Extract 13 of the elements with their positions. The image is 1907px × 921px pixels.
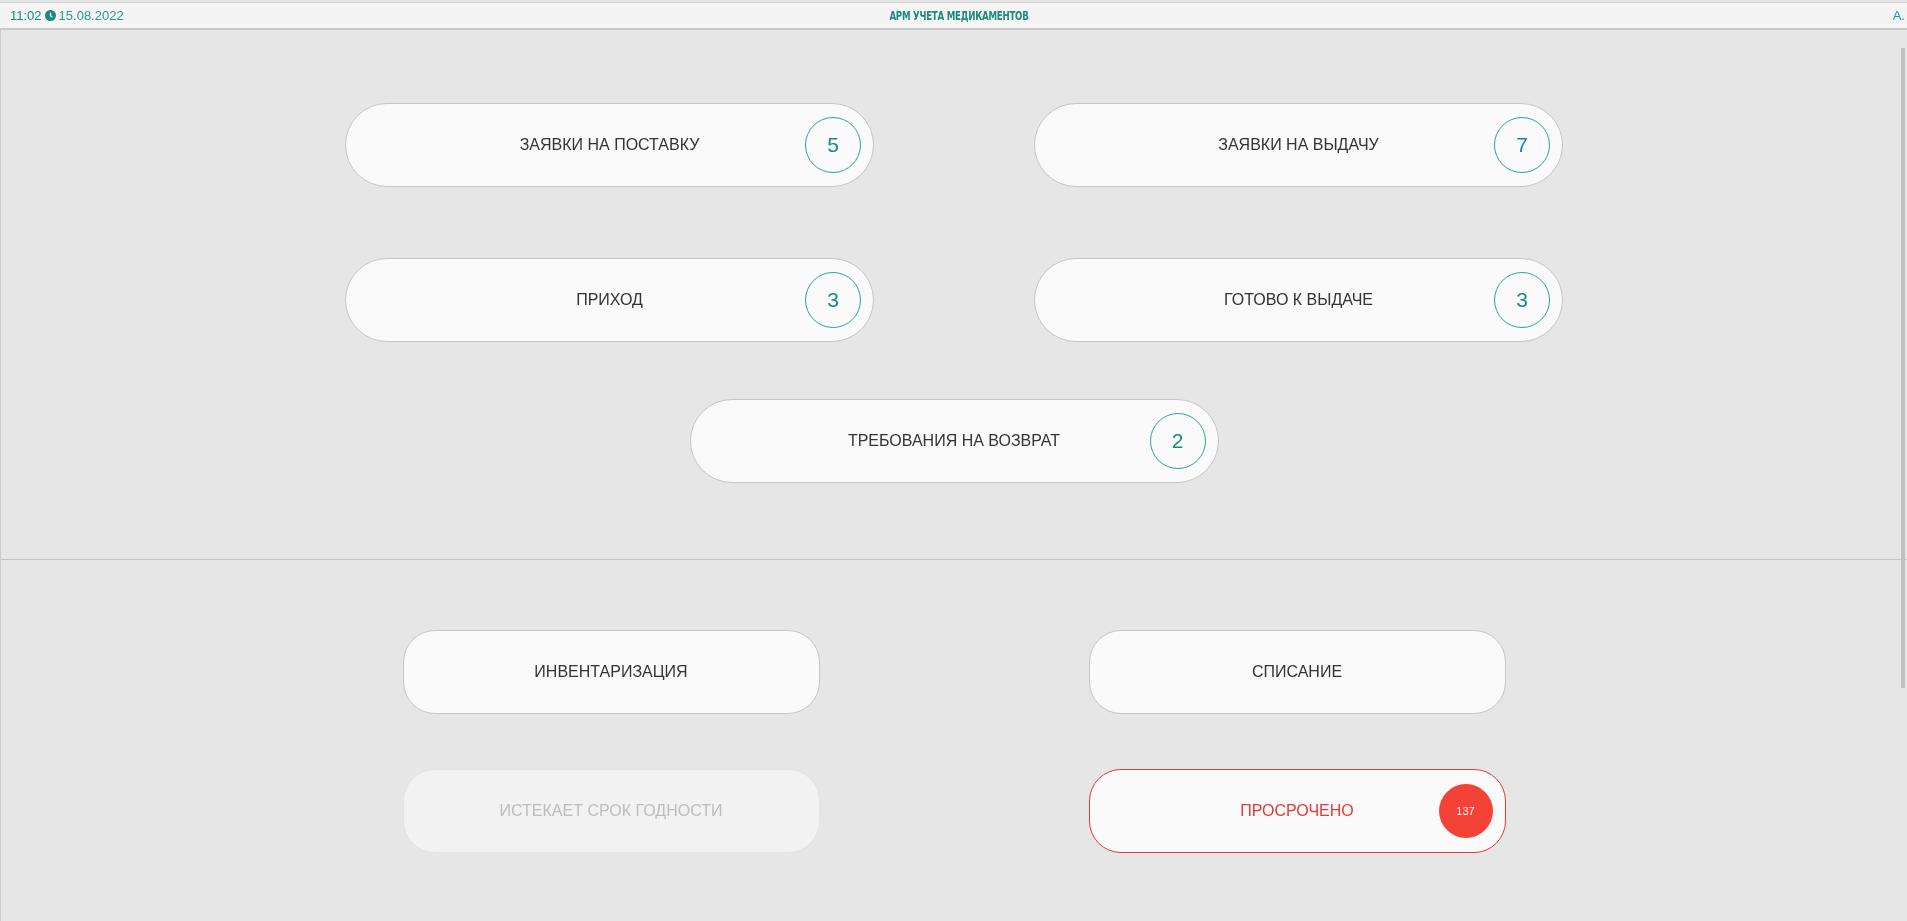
menu-button[interactable]: ГОТОВО К ВЫДАЧЕ 3 (1034, 258, 1563, 342)
date-text: 15.08.2022 (58, 8, 124, 23)
app-title: АРМ УЧЕТА МЕДИКАМЕНТОВ (888, 8, 1029, 23)
menu-button[interactable]: СПИСАНИЕ (1088, 630, 1506, 714)
menu-button[interactable]: ИНВЕНТАРИЗАЦИЯ (402, 630, 820, 714)
menu-button[interactable]: ПРОСРОЧЕНО 137 (1088, 769, 1506, 853)
count-badge: 137 (1438, 784, 1493, 838)
time-text: 11:02 (10, 8, 42, 23)
menu-button[interactable]: ЗАЯВКИ НА ПОСТАВКУ 5 (345, 103, 874, 187)
clock-icon (44, 10, 56, 21)
menu-button[interactable]: ПРИХОД 3 (345, 258, 874, 342)
menu-button[interactable]: ТРЕБОВАНИЯ НА ВОЗВРАТ 2 (689, 399, 1219, 483)
menu-button[interactable]: ЗАЯВКИ НА ВЫДАЧУ 7 (1034, 103, 1563, 187)
